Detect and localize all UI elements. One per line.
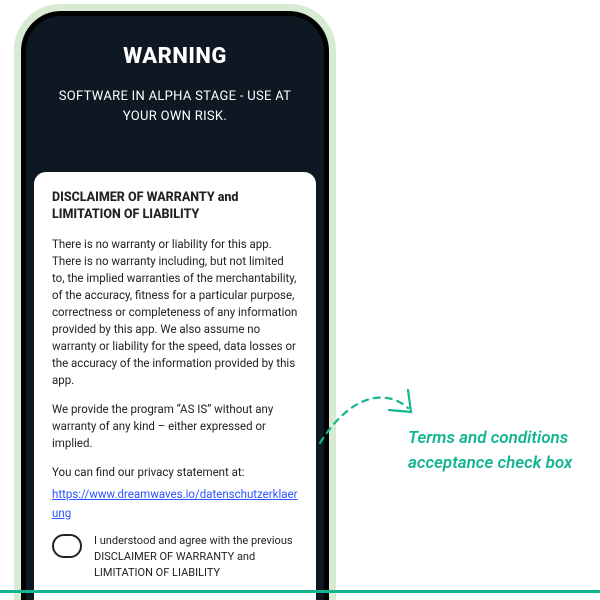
privacy-link[interactable]: https://www.dreamwaves.io/datenschutzerk… [52, 487, 298, 520]
phone-bezel: WARNING SOFTWARE IN ALPHA STAGE - USE AT… [21, 11, 329, 600]
privacy-intro: You can find our privacy statement at: [52, 464, 298, 481]
footer-accent-line [0, 590, 600, 593]
disclaimer-paragraph-1: There is no warranty or liability for th… [52, 236, 298, 389]
disclaimer-card: DISCLAIMER OF WARRANTY and LIMITATION OF… [34, 172, 316, 600]
agree-checkbox[interactable] [52, 534, 82, 558]
disclaimer-paragraph-2: We provide the program “AS IS” without a… [52, 401, 298, 452]
app-screen: WARNING SOFTWARE IN ALPHA STAGE - USE AT… [26, 16, 324, 600]
disclaimer-heading: DISCLAIMER OF WARRANTY and LIMITATION OF… [52, 190, 298, 224]
callout-label: Terms and conditions acceptance check bo… [408, 426, 588, 475]
agree-text: I understood and agree with the previous… [94, 533, 298, 582]
agree-row: I understood and agree with the previous… [52, 533, 298, 582]
page-title: WARNING [52, 44, 298, 69]
header-area: WARNING SOFTWARE IN ALPHA STAGE - USE AT… [26, 16, 324, 144]
page-subtitle: SOFTWARE IN ALPHA STAGE - USE AT YOUR OW… [52, 87, 298, 126]
phone-frame: WARNING SOFTWARE IN ALPHA STAGE - USE AT… [14, 4, 336, 600]
